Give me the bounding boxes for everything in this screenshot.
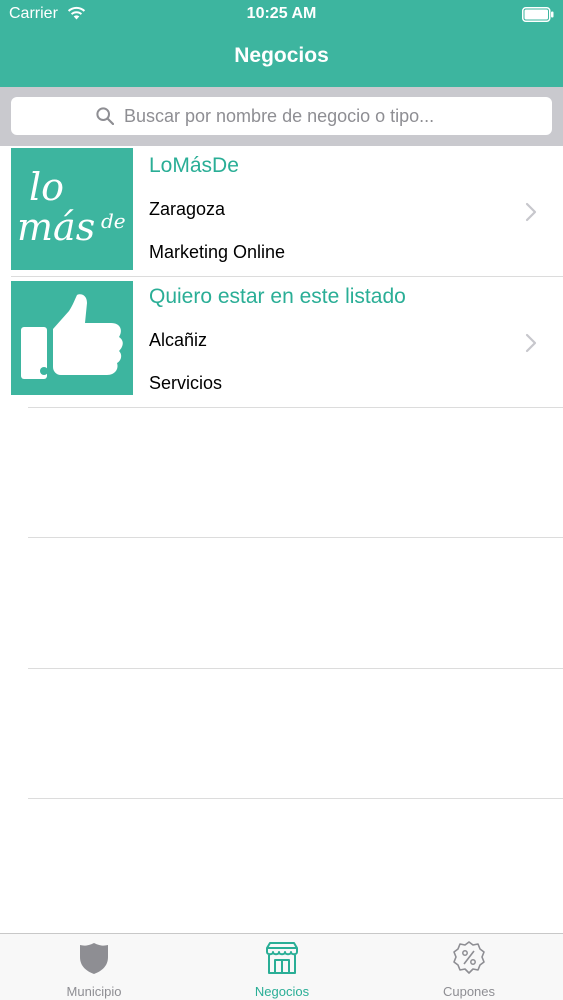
- store-icon: [266, 942, 298, 974]
- business-row-listado[interactable]: Quiero estar en este listado Alcañiz Ser…: [0, 277, 563, 408]
- row-divider: [28, 407, 563, 408]
- search-bar: Buscar por nombre de negocio o tipo...: [0, 87, 563, 146]
- tab-label: Municipio: [66, 984, 122, 999]
- status-time: 10:25 AM: [246, 5, 317, 22]
- battery-icon: [522, 7, 554, 22]
- tab-negocios[interactable]: Negocios: [188, 934, 376, 1000]
- page-title: Negocios: [234, 44, 329, 67]
- svg-text:de: de: [101, 209, 126, 233]
- percent-badge-icon: [453, 941, 485, 974]
- search-placeholder: Buscar por nombre de negocio o tipo...: [124, 106, 435, 126]
- tab-municipio[interactable]: Municipio: [0, 934, 188, 1000]
- business-logo: lo más de: [11, 148, 133, 270]
- svg-text:lo: lo: [29, 165, 64, 209]
- shield-icon: [80, 943, 108, 974]
- navigation-header: Carrier 10:25 AM Negocios: [0, 0, 563, 87]
- tab-label: Negocios: [254, 984, 310, 999]
- empty-row-divider: [28, 798, 563, 799]
- business-city: Alcañiz: [149, 330, 208, 350]
- tab-label: Cupones: [442, 984, 496, 999]
- tab-cupones[interactable]: Cupones: [375, 934, 563, 1000]
- search-icon: [96, 107, 114, 125]
- chevron-right-icon: [525, 333, 537, 353]
- business-category: Marketing Online: [149, 242, 286, 262]
- business-logo: [11, 281, 133, 395]
- chevron-right-icon: [525, 202, 537, 222]
- tab-bar: Municipio Negocios Cupones: [0, 933, 563, 1000]
- business-row-lomasde[interactable]: lo más de LoMásDe Zaragoza Marketing Onl…: [0, 146, 563, 277]
- business-city: Zaragoza: [149, 199, 226, 219]
- lomasde-logo: lo más de: [17, 165, 126, 249]
- thumbs-up-icon: [21, 294, 123, 379]
- empty-row-divider: [28, 668, 563, 669]
- business-category: Servicios: [149, 373, 223, 393]
- business-name: LoMásDe: [149, 154, 239, 177]
- search-input[interactable]: Buscar por nombre de negocio o tipo...: [11, 97, 552, 135]
- svg-text:más: más: [17, 205, 95, 249]
- empty-row-divider: [28, 537, 563, 538]
- status-bar: Carrier 10:25 AM: [0, 0, 563, 30]
- business-name: Quiero estar en este listado: [149, 285, 406, 308]
